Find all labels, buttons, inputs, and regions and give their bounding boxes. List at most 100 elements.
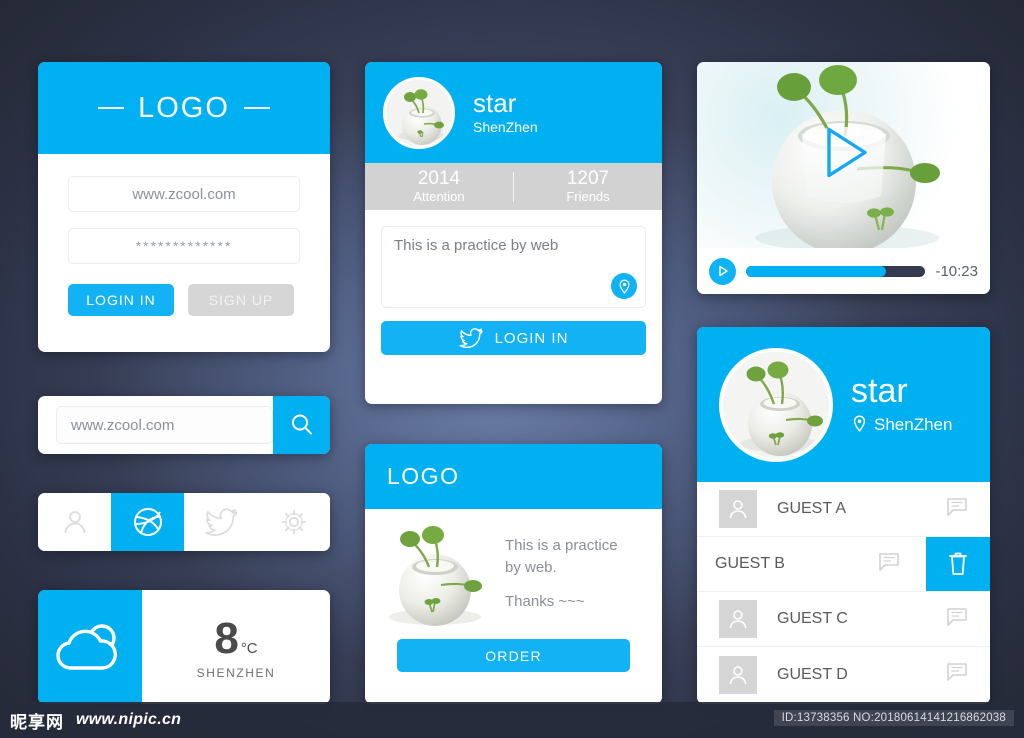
- order-button[interactable]: ORDER: [397, 639, 630, 672]
- profile-stats-strip: 2014 Attention 1207 Friends: [365, 163, 662, 210]
- avatar: [383, 76, 455, 149]
- signup-button[interactable]: SIGN UP: [188, 284, 294, 316]
- icon-cell-dribbble[interactable]: [111, 493, 184, 551]
- login-logo-text: LOGO: [138, 91, 230, 124]
- twitter-icon: [459, 328, 483, 348]
- chat-button[interactable]: [946, 662, 968, 687]
- search-button[interactable]: [273, 396, 330, 454]
- video-poster[interactable]: [697, 62, 990, 248]
- login-card-body: LOGIN IN SIGN UP: [38, 154, 330, 316]
- user-icon: [729, 665, 747, 684]
- login-button[interactable]: LOGIN IN: [68, 284, 174, 316]
- location-pin-icon: [853, 415, 866, 432]
- order-logo-text: LOGO: [387, 463, 460, 489]
- login-card: LOGO LOGIN IN SIGN UP: [38, 62, 330, 352]
- user-icon: [64, 511, 85, 534]
- plant-pot-photo-icon: [389, 526, 482, 626]
- delete-guest-button[interactable]: [926, 537, 990, 591]
- order-thanks: Thanks ~~~: [505, 592, 585, 610]
- password-input[interactable]: [68, 228, 300, 264]
- temperature-row: 8 °C: [214, 614, 257, 664]
- guest-profile-name: star: [851, 371, 908, 410]
- guest-card-header: star ShenZhen: [697, 327, 990, 482]
- gear-icon: [281, 509, 306, 535]
- video-progress-fill: [746, 265, 886, 277]
- video-progress-track[interactable]: [746, 265, 926, 277]
- guest-profile-location: ShenZhen: [851, 415, 952, 436]
- login-card-header: LOGO: [38, 62, 330, 154]
- video-play-button[interactable]: [709, 257, 736, 285]
- stat-friends-value: 1207: [566, 168, 610, 190]
- twitter-login-label: LOGIN IN: [494, 329, 569, 347]
- stat-friends: 1207 Friends: [514, 169, 662, 204]
- order-card-header: LOGO: [365, 444, 662, 509]
- guest-list-item[interactable]: GUEST D: [697, 647, 990, 702]
- stat-attention: 2014 Attention: [365, 169, 513, 204]
- chat-button[interactable]: [946, 497, 968, 522]
- nipic-url: www.nipic.cn: [76, 711, 182, 728]
- video-player-card: -10:23: [697, 62, 990, 294]
- guest-location-label: ShenZhen: [874, 415, 953, 434]
- order-copy: This is a practice by web. Thanks ~~~: [505, 535, 630, 612]
- guest-list-item[interactable]: GUEST C: [697, 592, 990, 647]
- user-icon: [729, 500, 747, 519]
- icon-cell-gear[interactable]: [257, 493, 330, 551]
- nipic-logo: 昵享网 www.nipic.cn: [10, 708, 181, 733]
- guest-name: GUEST A: [777, 500, 847, 517]
- chat-bubble-icon: [879, 552, 899, 571]
- guest-avatar: [719, 490, 757, 528]
- video-play-overlay[interactable]: [813, 122, 875, 189]
- tweet-compose-area: This is a practice by web: [365, 210, 662, 308]
- search-bar: [38, 396, 330, 454]
- weather-city: SHENZHEN: [196, 666, 276, 680]
- temperature-value: 8: [214, 614, 239, 663]
- logo-rule-left: [98, 107, 125, 109]
- trash-icon: [949, 552, 967, 575]
- search-input-wrap: [38, 396, 273, 454]
- icon-cell-user[interactable]: [38, 493, 111, 551]
- weather-card: 8 °C SHENZHEN: [38, 590, 330, 704]
- profile-card: star ShenZhen 2014 Attention 1207 Friend…: [365, 62, 662, 404]
- play-triangle-icon: [826, 127, 867, 178]
- stat-divider: [513, 171, 514, 202]
- order-card: LOGO This is a practice by web. Thanks ~…: [365, 444, 662, 704]
- profile-name: star: [473, 87, 517, 118]
- ui-kit-canvas: LOGO LOGIN IN SIGN UP: [0, 0, 1024, 738]
- logo-rule-right: [243, 107, 270, 109]
- guest-list-card: star ShenZhen GUEST A GUEST B GUEST C GU…: [697, 327, 990, 704]
- tweet-text: This is a practice by web: [394, 237, 559, 254]
- guest-name: GUEST B: [715, 555, 785, 572]
- chat-button[interactable]: [878, 552, 900, 577]
- chat-button[interactable]: [946, 607, 968, 632]
- temperature-unit: °C: [240, 640, 258, 657]
- video-controls: -10:23: [697, 248, 990, 294]
- tweet-textarea[interactable]: This is a practice by web: [381, 226, 646, 308]
- search-input[interactable]: [56, 406, 273, 444]
- guest-name: GUEST C: [777, 610, 848, 627]
- stat-friends-label: Friends: [566, 188, 610, 204]
- twitter-login-button[interactable]: LOGIN IN: [381, 321, 646, 355]
- plant-pot-avatar-icon: [386, 79, 452, 146]
- video-time-remaining: -10:23: [935, 262, 978, 280]
- plant-pot-avatar-icon: [723, 351, 829, 458]
- location-pin-icon: [618, 279, 630, 294]
- weather-icon-panel: [38, 590, 142, 704]
- guest-list-item[interactable]: GUEST A: [697, 482, 990, 537]
- profile-identity: star ShenZhen: [473, 87, 538, 135]
- guest-list-item[interactable]: GUEST B: [697, 537, 990, 592]
- user-icon: [729, 610, 747, 629]
- order-line-1: This is a practice: [505, 537, 618, 555]
- username-input[interactable]: [68, 176, 300, 212]
- location-pin-button[interactable]: [611, 273, 637, 299]
- stat-attention-label: Attention: [413, 188, 465, 204]
- guest-avatar: [719, 655, 757, 694]
- chat-bubble-icon: [947, 607, 967, 626]
- weather-info: 8 °C SHENZHEN: [142, 590, 330, 704]
- chat-bubble-icon: [947, 663, 967, 681]
- order-line-2: by web.: [505, 559, 557, 577]
- cloud-icon: [56, 624, 117, 670]
- icon-cell-twitter[interactable]: [184, 493, 257, 551]
- guest-avatar: [719, 600, 757, 638]
- guest-identity: star ShenZhen: [851, 374, 952, 436]
- twitter-icon: [204, 508, 237, 536]
